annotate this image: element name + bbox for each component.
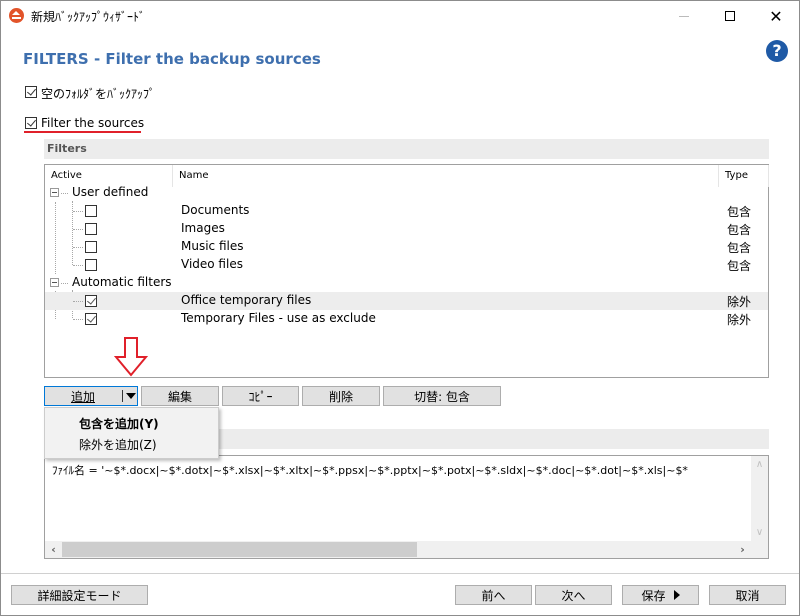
filter-name: Office temporary files — [181, 293, 312, 307]
scroll-right-icon[interactable]: › — [734, 541, 751, 558]
add-split-button[interactable]: 追加 — [44, 386, 138, 406]
menu-item-add-exclude[interactable]: 除外を追加(Z) — [79, 436, 157, 453]
copy-button[interactable]: ｺﾋﾟｰ — [222, 386, 299, 406]
filter-list: Active Name Type User defined Documents … — [44, 164, 769, 378]
collapse-icon[interactable] — [50, 278, 59, 287]
vertical-scrollbar[interactable]: ∧ ∨ — [751, 456, 768, 541]
filter-row[interactable]: Video files 包含 — [45, 256, 768, 274]
filter-type: 包含 — [727, 259, 752, 273]
filter-row[interactable]: Music files 包含 — [45, 238, 768, 256]
add-button-label[interactable]: 追加 — [45, 388, 121, 405]
tree-line — [61, 283, 68, 284]
filter-type: 包含 — [727, 223, 752, 237]
advanced-mode-button[interactable]: 詳細設定モード — [11, 585, 148, 605]
page-title: FILTERS - Filter the backup sources — [23, 50, 321, 68]
tree-line — [73, 247, 83, 248]
tree-line — [73, 301, 83, 302]
save-button-label: 保存 — [641, 588, 666, 603]
menu-item-add-include[interactable]: 包含を追加(Y) — [79, 415, 159, 432]
window-title: 新規ﾊﾞｯｸｱｯﾌﾟｳｨｻﾞｰﾄﾞ — [31, 10, 146, 24]
maximize-button[interactable] — [707, 1, 753, 31]
filter-active-checkbox[interactable] — [85, 295, 97, 307]
maximize-icon — [725, 11, 735, 21]
back-button[interactable]: 前へ — [455, 585, 532, 605]
minimize-button[interactable] — [661, 1, 707, 31]
filter-active-checkbox[interactable] — [85, 241, 97, 253]
tree-line — [73, 211, 83, 212]
collapse-icon[interactable] — [50, 188, 59, 197]
wizard-window: 新規ﾊﾞｯｸｱｯﾌﾟｳｨｻﾞｰﾄﾞ ✕ FILTERS - Filter the… — [0, 0, 800, 616]
filter-row[interactable]: Office temporary files 除外 — [45, 292, 768, 310]
group-row-user-defined[interactable]: User defined — [45, 184, 768, 202]
filter-expression-text: ﾌｧｲﾙ名 = '~$*.docx|~$*.dotx|~$*.xlsx|~$*.… — [52, 464, 688, 477]
annotation-underline — [24, 131, 141, 133]
filter-active-checkbox[interactable] — [85, 313, 97, 325]
tree-line — [73, 229, 83, 230]
split-divider — [122, 390, 123, 402]
filters-section-header: Filters — [44, 139, 769, 159]
filter-active-checkbox[interactable] — [85, 223, 97, 235]
filter-name: Music files — [181, 239, 244, 253]
filter-type: 除外 — [727, 313, 752, 327]
filter-type: 除外 — [727, 295, 752, 309]
group-row-automatic-filters[interactable]: Automatic filters — [45, 274, 768, 292]
filter-expression-box[interactable]: ﾌｧｲﾙ名 = '~$*.docx|~$*.dotx|~$*.xlsx|~$*.… — [44, 455, 769, 559]
filter-active-checkbox[interactable] — [85, 205, 97, 217]
scrollbar-corner — [751, 541, 768, 558]
filter-name: Temporary Files - use as exclude — [181, 311, 376, 325]
footer-separator — [1, 573, 799, 574]
title-bar: 新規ﾊﾞｯｸｱｯﾌﾟｳｨｻﾞｰﾄﾞ ✕ — [1, 1, 799, 31]
filter-row[interactable]: Documents 包含 — [45, 202, 768, 220]
minimize-icon — [679, 15, 689, 17]
filter-type: 包含 — [727, 205, 752, 219]
cancel-button[interactable]: 取消 — [709, 585, 786, 605]
close-icon: ✕ — [769, 6, 783, 26]
tree-line — [73, 319, 83, 320]
backup-empty-folders-label: 空のﾌｫﾙﾀﾞをﾊﾞｯｸｱｯﾌﾟ — [41, 87, 156, 101]
edit-button[interactable]: 編集 — [141, 386, 219, 406]
filter-active-checkbox[interactable] — [85, 259, 97, 271]
play-triangle-icon — [673, 590, 680, 600]
help-icon[interactable]: ? — [766, 40, 788, 62]
add-dropdown-menu: 包含を追加(Y) 除外を追加(Z) — [44, 407, 219, 459]
close-button[interactable]: ✕ — [753, 1, 799, 31]
filter-sources-label: Filter the sources — [41, 116, 145, 130]
filter-row[interactable]: Temporary Files - use as exclude 除外 — [45, 310, 768, 328]
backup-empty-folders-checkbox[interactable] — [25, 86, 37, 98]
group-label: Automatic filters — [72, 275, 172, 289]
filter-type: 包含 — [727, 241, 752, 255]
horizontal-scrollbar[interactable]: ‹ › — [45, 541, 751, 558]
filter-row[interactable]: Images 包含 — [45, 220, 768, 238]
horizontal-scroll-thumb[interactable] — [62, 542, 417, 557]
dropdown-caret-icon[interactable] — [126, 393, 136, 399]
scroll-left-icon[interactable]: ‹ — [45, 541, 62, 558]
filter-name: Documents — [181, 203, 250, 217]
delete-button[interactable]: 削除 — [302, 386, 380, 406]
app-icon — [9, 8, 24, 23]
filter-name: Video files — [181, 257, 243, 271]
next-button[interactable]: 次へ — [535, 585, 612, 605]
toggle-button[interactable]: 切替: 包含 — [383, 386, 501, 406]
tree-line — [73, 265, 83, 266]
scroll-up-icon[interactable]: ∧ — [751, 456, 768, 473]
filters-section-title: Filters — [47, 142, 87, 155]
save-button[interactable]: 保存 — [622, 585, 699, 605]
group-label: User defined — [72, 185, 149, 199]
filter-sources-checkbox[interactable] — [25, 117, 37, 129]
scroll-down-icon[interactable]: ∨ — [751, 524, 768, 541]
filter-name: Images — [181, 221, 225, 235]
annotation-arrow-icon — [114, 337, 148, 377]
tree-line — [61, 193, 68, 194]
